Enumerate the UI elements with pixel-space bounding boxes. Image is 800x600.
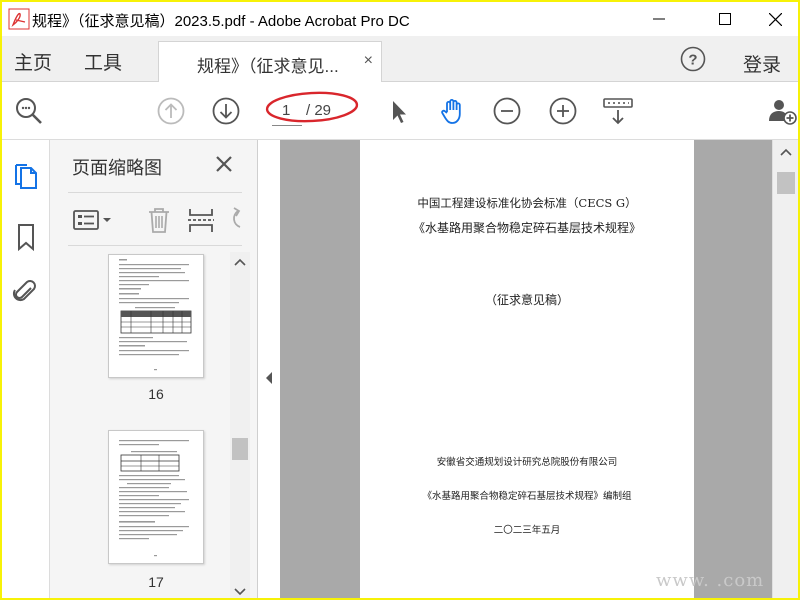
panel-toolbar: [68, 192, 242, 246]
select-cursor-icon[interactable]: [384, 96, 414, 126]
thumbnails-panel: 页面缩略图 16 17: [50, 140, 258, 598]
panel-close-icon[interactable]: [214, 154, 234, 174]
minimize-button[interactable]: [636, 2, 682, 36]
thumbnail-17-preview: [119, 440, 189, 557]
doc-draft-label: （征求意见稿）: [484, 293, 569, 307]
share-user-icon[interactable]: [766, 96, 798, 126]
pdf-page: 中国工程建设标准化协会标准（CECS G） 《水基路用聚合物稳定碎石基层技术规程…: [360, 140, 694, 598]
options-menu-icon[interactable]: [72, 205, 114, 235]
hand-tool-icon[interactable]: [438, 96, 468, 126]
attachment-icon[interactable]: [12, 276, 40, 306]
page-up-icon[interactable]: [156, 96, 186, 126]
doc-date: 二〇二三年五月: [493, 525, 561, 536]
maximize-button[interactable]: [702, 2, 748, 36]
svg-text:?: ?: [688, 52, 697, 69]
main-toolbar: [2, 82, 798, 140]
watermark-text: www. .com: [656, 570, 765, 591]
thumbnail-list: 16 17: [50, 252, 226, 598]
doc-standard-title: 中国工程建设标准化协会标准（CECS G）: [417, 196, 637, 210]
thumbnail-page-number: 16: [148, 386, 164, 402]
document-scrollbar[interactable]: [772, 140, 798, 598]
tab-tools[interactable]: 工具: [84, 48, 122, 75]
thumbnail-16-preview: [119, 259, 192, 371]
thumbnail-scrollbar[interactable]: [230, 252, 250, 598]
tab-home[interactable]: 主页: [14, 48, 52, 75]
app-window: 规程》（征求意见稿）2023.5.pdf - Adobe Acrobat Pro…: [2, 2, 798, 598]
scrollbar-thumb[interactable]: [232, 438, 248, 460]
page-thumbnail[interactable]: [108, 430, 204, 564]
title-bar: 规程》（征求意见稿）2023.5.pdf - Adobe Acrobat Pro…: [2, 2, 798, 36]
insert-page-icon[interactable]: [186, 205, 216, 235]
minimize-icon: [653, 18, 665, 20]
tab-bar: 主页 工具 规程》（征求意见... × ? 登录: [2, 36, 798, 82]
zoom-out-icon[interactable]: [492, 96, 522, 126]
doc-scrollbar-thumb[interactable]: [777, 172, 795, 194]
document-tab-label: 规程》（征求意见...: [197, 57, 339, 76]
bookmark-icon[interactable]: [12, 222, 40, 252]
scroll-up-arrow-icon[interactable]: [234, 258, 246, 266]
delete-page-icon[interactable]: [144, 205, 174, 235]
close-window-button[interactable]: [752, 2, 798, 36]
doc-scroll-up-arrow-icon[interactable]: [780, 148, 792, 156]
page-thumbnail[interactable]: [108, 254, 204, 378]
doc-organization: 安徽省交通规划设计研究总院股份有限公司: [436, 457, 618, 468]
zoom-search-icon[interactable]: [14, 96, 44, 126]
collapse-panel-arrow-icon[interactable]: [264, 370, 274, 386]
close-icon: [768, 12, 782, 26]
document-viewer: 中国工程建设标准化协会标准（CECS G） 《水基路用聚合物稳定碎石基层技术规程…: [280, 140, 774, 598]
doc-spec-title: 《水基路用聚合物稳定碎石基层技术规程》: [412, 221, 641, 235]
doc-editorial-group: 《水基路用聚合物稳定碎石基层技术规程》编制组: [422, 491, 632, 502]
help-icon[interactable]: ?: [680, 46, 706, 72]
thumbnail-page-number: 17: [148, 574, 164, 590]
page-thumbnails-icon[interactable]: [12, 162, 40, 192]
scroll-down-arrow-icon[interactable]: [234, 588, 246, 596]
rotate-page-icon[interactable]: [224, 205, 242, 235]
zoom-in-icon[interactable]: [548, 96, 578, 126]
panel-title: 页面缩略图: [72, 158, 162, 178]
navigation-rail: [2, 140, 50, 598]
login-button[interactable]: 登录: [743, 50, 781, 77]
red-ellipse-annotation: [265, 91, 359, 123]
maximize-icon: [719, 13, 731, 25]
tab-document[interactable]: 规程》（征求意见... ×: [158, 41, 382, 82]
page-down-icon[interactable]: [211, 96, 241, 126]
keyboard-scroll-icon[interactable]: [602, 96, 634, 126]
window-title: 规程》（征求意见稿）2023.5.pdf - Adobe Acrobat Pro…: [32, 13, 410, 30]
document-tab-close-icon[interactable]: ×: [364, 52, 373, 70]
acrobat-app-icon: [8, 8, 30, 30]
